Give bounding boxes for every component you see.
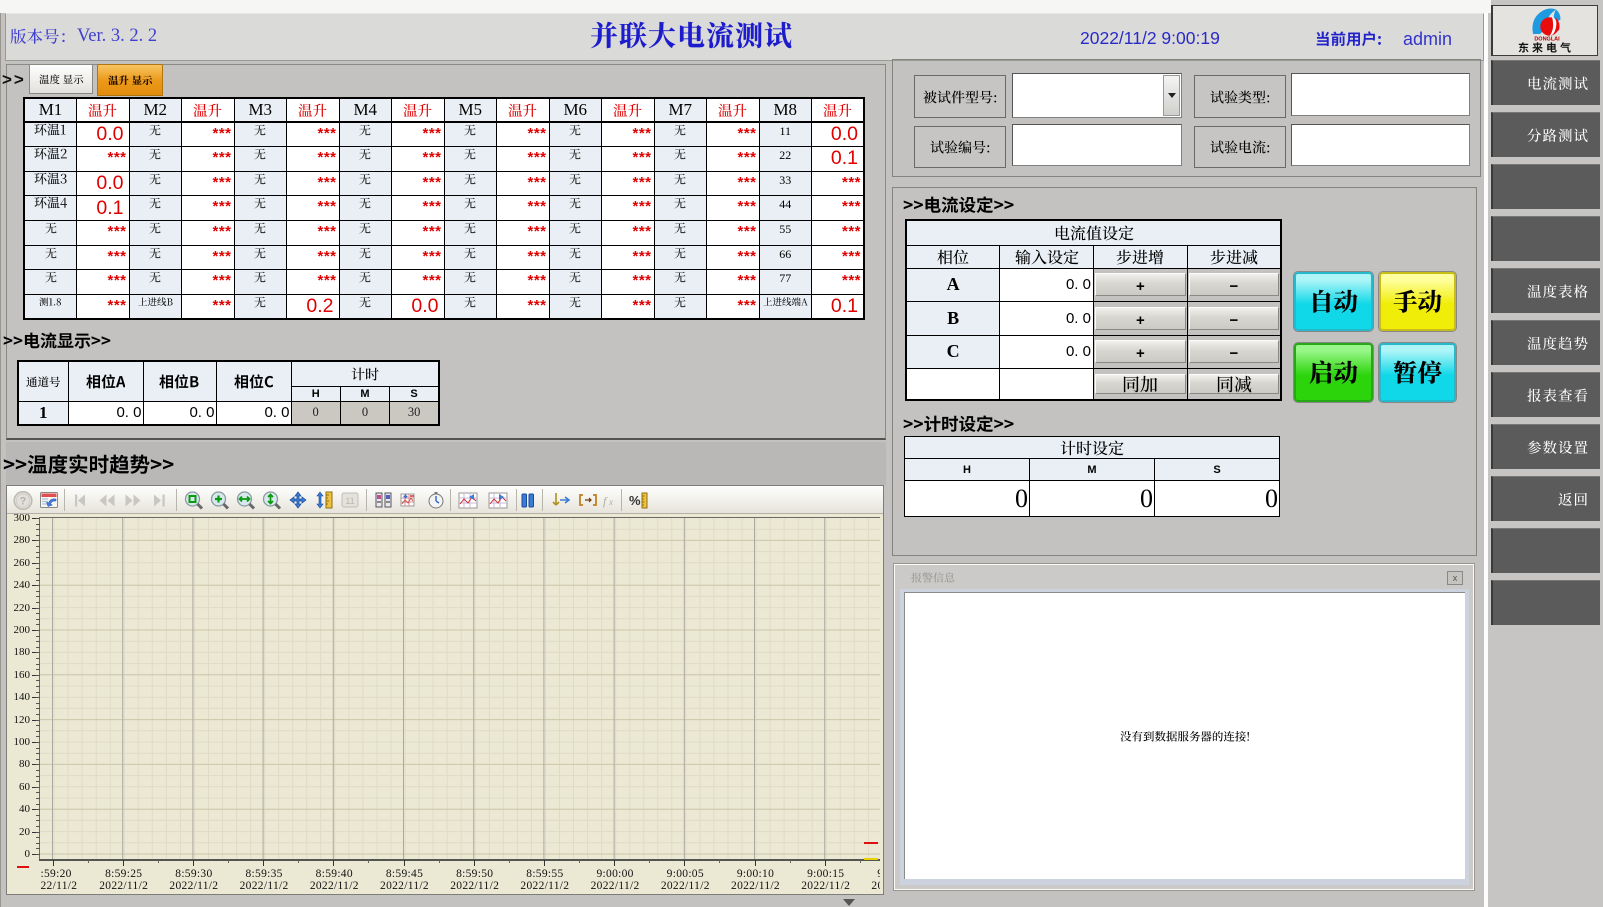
svg-text:%: % [629, 493, 641, 508]
svg-text:x: x [608, 497, 613, 507]
svg-text:11: 11 [345, 496, 354, 506]
svg-text:f: f [603, 494, 608, 508]
svg-text:?: ? [20, 496, 27, 508]
